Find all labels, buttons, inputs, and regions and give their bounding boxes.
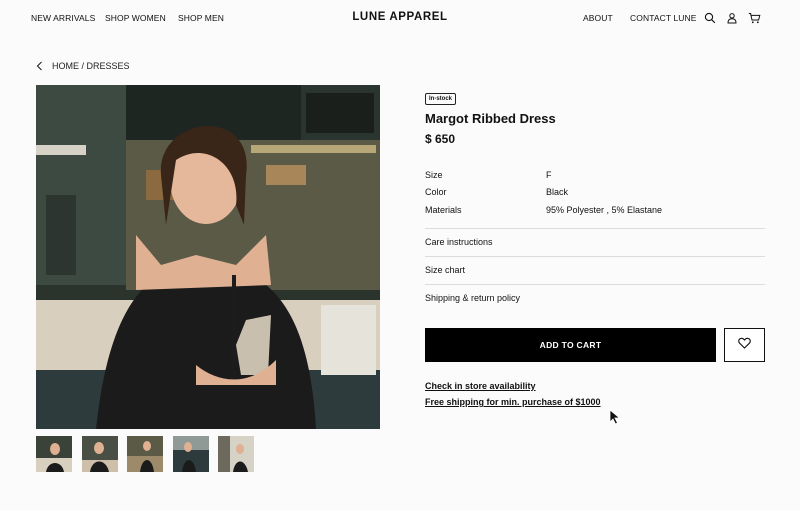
spec-value: F [546, 169, 552, 180]
nav-contact[interactable]: CONTACT LUNE [630, 13, 697, 23]
thumbnail[interactable] [172, 436, 209, 472]
product-main-image[interactable] [36, 85, 380, 429]
spec-row-color: Color Black [425, 184, 765, 202]
wishlist-button[interactable] [724, 328, 765, 362]
add-to-cart-button[interactable]: ADD TO CART [425, 328, 716, 362]
accordion-size-chart[interactable]: Size chart [425, 255, 765, 284]
search-icon[interactable] [704, 11, 718, 25]
spec-label: Size [425, 169, 443, 180]
chevron-left-icon[interactable] [36, 60, 46, 72]
store-links: Check in store availability Free shippin… [425, 381, 601, 413]
top-nav: NEW ARRIVALS SHOP WOMEN SHOP MEN LUNE AP… [0, 0, 800, 38]
nav-about[interactable]: ABOUT [583, 13, 613, 23]
thumbnail[interactable] [36, 436, 72, 472]
thumbnail-strip [36, 436, 264, 472]
spec-value: Black [546, 187, 569, 198]
thumbnail[interactable] [218, 436, 254, 472]
product-price: $ 650 [425, 132, 456, 146]
product-actions: ADD TO CART [425, 328, 765, 362]
heart-icon [738, 336, 751, 354]
product-accordion: Care instructions Size chart Shipping & … [425, 227, 765, 312]
product-specs: Size F Color Black Materials 95% Polyest… [425, 166, 765, 219]
spec-label: Color [425, 187, 447, 198]
accordion-care-instructions[interactable]: Care instructions [425, 227, 765, 256]
product-info: In-stock Margot Ribbed Dress $ 650 Size … [425, 87, 765, 312]
thumbnail[interactable] [81, 436, 118, 472]
thumbnail[interactable] [127, 436, 163, 472]
spec-label: Materials [425, 204, 462, 215]
stock-badge: In-stock [425, 93, 457, 105]
product-title: Margot Ribbed Dress [425, 111, 556, 126]
brand-logo[interactable]: LUNE APPAREL [352, 11, 447, 23]
breadcrumb-text[interactable]: HOME / DRESSES [52, 61, 130, 71]
spec-value: 95% Polyester , 5% Elastane [546, 204, 663, 215]
breadcrumb: HOME / DRESSES [36, 59, 130, 73]
spec-row-size: Size F [425, 166, 765, 184]
mouse-cursor-icon [609, 409, 621, 425]
accordion-shipping-return[interactable]: Shipping & return policy [425, 283, 765, 312]
cart-icon[interactable] [748, 11, 762, 25]
user-icon[interactable] [726, 11, 740, 25]
spec-row-materials: Materials 95% Polyester , 5% Elastane [425, 201, 765, 219]
check-store-availability-link[interactable]: Check in store availability [425, 381, 601, 391]
free-shipping-link[interactable]: Free shipping for min. purchase of $1000 [425, 397, 601, 407]
